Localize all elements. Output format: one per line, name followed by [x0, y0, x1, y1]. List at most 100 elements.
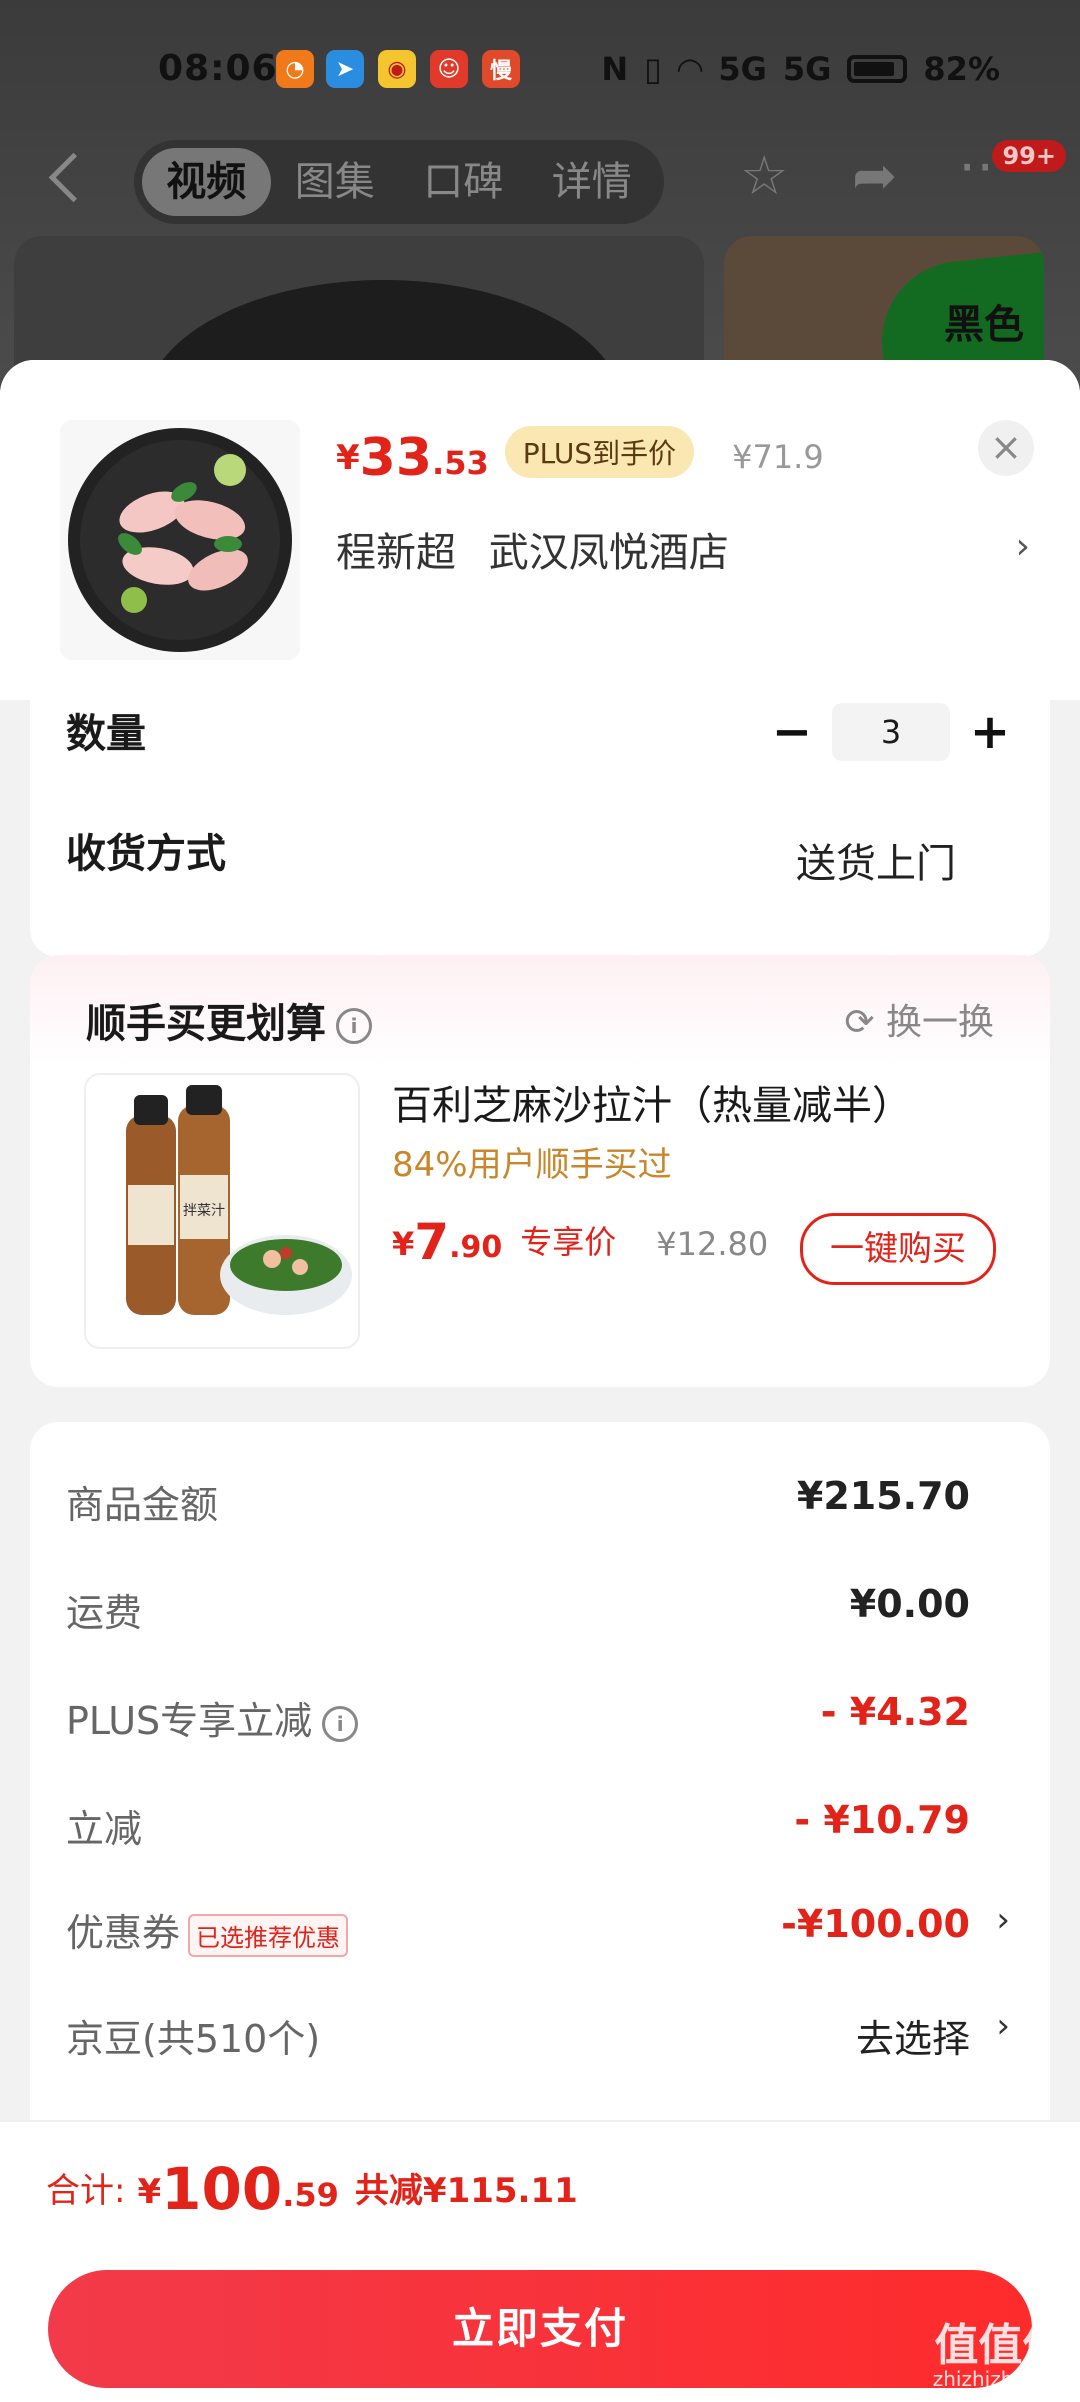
summary-value: - ¥4.32 [820, 1690, 970, 1734]
addon-product-name[interactable]: 百利芝麻沙拉汁（热量减半） [392, 1073, 912, 1131]
app-notification-icon: ☺ [430, 50, 468, 88]
wifi-icon: ◠ [677, 50, 703, 88]
summary-row-shipping: 运费 ¥0.00 [66, 1582, 970, 1642]
vibrate-icon: ▯ [644, 50, 662, 88]
share-icon[interactable]: ➦ [852, 144, 897, 207]
summary-label: 运费 [66, 1591, 143, 1635]
chevron-right-icon[interactable]: › [996, 2006, 1010, 2046]
total-saved: 共减¥115.11 [354, 2171, 578, 2211]
total-label: 合计: [46, 2171, 126, 2211]
delivery-method[interactable]: 送货上门 [796, 831, 956, 889]
original-price: ¥71.9 [732, 438, 824, 476]
quantity-label: 数量 [66, 711, 146, 757]
app-notification-icon: ◔ [276, 50, 314, 88]
nfc-icon: N [601, 50, 629, 88]
checkout-footer: 合计: ¥ 100 .59 共减¥115.11 立即支付 值值值 zhizhiz… [0, 2120, 1080, 2402]
price-decimal: .53 [432, 444, 489, 482]
addon-title-text: 顺手买更划算 [86, 1001, 326, 1047]
chicken-wings-image [68, 428, 292, 652]
battery-icon [847, 55, 908, 83]
summary-row-coupon[interactable]: 优惠券 已选推荐优惠 -¥100.00 [66, 1902, 970, 1962]
recipient-address: 武汉凤悦酒店 [488, 530, 729, 576]
status-bar: 08:06 ◔ ➤ ◉ ☺ 慢 N ▯ ◠ 5G 5G 82% [0, 40, 1080, 106]
app-notification-icon: ➤ [326, 50, 364, 88]
quantity-input[interactable]: 3 [832, 703, 950, 761]
summary-label: 京豆(共510个) [66, 2017, 321, 2061]
price-currency: ¥ [336, 438, 360, 478]
watermark-main: 值值值 [934, 2320, 1067, 2371]
promo-text: 黑色 [944, 302, 1024, 348]
addon-product-image[interactable]: 拌菜汁 [84, 1073, 360, 1349]
addon-exclusive-label: 专享价 [520, 1223, 617, 1261]
quantity-stepper: − 3 + [762, 703, 1020, 761]
summary-value: -¥100.00 [781, 1902, 970, 1946]
chevron-right-icon[interactable]: › [1016, 526, 1030, 567]
message-badge: 99+ [992, 140, 1066, 172]
summary-label: 优惠券 [66, 1911, 181, 1955]
top-nav: 视频 图集 口碑 详情 ☆ ➦ ⋯ 99+ [0, 134, 1080, 230]
weibo-notification-icon: ◉ [378, 50, 416, 88]
increase-button[interactable]: + [960, 704, 1020, 760]
product-price-row: ¥ 33 .53 PLUS到手价 ¥71.9 [336, 426, 824, 484]
addon-title: 顺手买更划算 i [86, 991, 372, 1049]
addon-original-price: ¥12.80 [656, 1225, 769, 1263]
one-click-buy-button[interactable]: 一键购买 [800, 1213, 996, 1285]
summary-value: ¥215.70 [796, 1474, 970, 1518]
refresh-label: 换一换 [885, 1002, 994, 1043]
addon-price-row: ¥ 7 .90 专享价 ¥12.80 [392, 1217, 768, 1267]
summary-label: 商品金额 [66, 1483, 219, 1527]
decrease-button[interactable]: − [762, 704, 822, 760]
addon-price-decimal: .90 [449, 1230, 503, 1265]
media-tabs: 视频 图集 口碑 详情 [134, 140, 664, 224]
quantity-delivery-card: 数量 − 3 + 收货方式 送货上门 [30, 695, 1050, 957]
info-icon[interactable]: i [322, 1705, 359, 1742]
addon-card: 顺手买更划算 i ⟳ 换一换 拌菜汁 百利芝麻沙拉汁（热量减半） 84%用户顺手… [30, 955, 1050, 1387]
sauce-bottle-image: 拌菜汁 [126, 1085, 352, 1315]
chevron-right-icon[interactable]: › [996, 1900, 1010, 1940]
addon-bought-percent: 84%用户顺手买过 [392, 1145, 672, 1185]
price-integer: 33 [359, 428, 433, 488]
back-arrow-icon[interactable] [48, 152, 99, 203]
plus-price-tag: PLUS到手价 [504, 426, 695, 478]
summary-value: ¥0.00 [849, 1582, 970, 1626]
addon-price-currency: ¥ [392, 1225, 415, 1263]
coupon-selected-tag: 已选推荐优惠 [188, 1914, 349, 1957]
product-header: ¥ 33 .53 PLUS到手价 ¥71.9 × 程新超 武汉凤悦酒店 › [0, 360, 1080, 700]
close-button[interactable]: × [978, 420, 1034, 476]
product-thumbnail [60, 420, 300, 660]
tab-reviews[interactable]: 口碑 [399, 148, 528, 216]
signal-icon-2: 5G [782, 50, 832, 88]
total-row: 合计: ¥ 100 .59 共减¥115.11 [46, 2160, 578, 2218]
jd-beans-select[interactable]: 去选择 [856, 2008, 970, 2063]
background-page: 08:06 ◔ ➤ ◉ ☺ 慢 N ▯ ◠ 5G 5G 82% 视频 图集 口碑… [0, 0, 1080, 436]
summary-label: 立减 [66, 1807, 143, 1851]
bottle-label: 拌菜汁 [183, 1203, 225, 1219]
summary-row-subtotal: 商品金额 ¥215.70 [66, 1474, 970, 1534]
signal-icon: 5G [718, 50, 767, 88]
refresh-button[interactable]: ⟳ 换一换 [844, 993, 994, 1045]
battery-percent: 82% [923, 50, 1000, 88]
summary-row-plus-discount: PLUS专享立减 i - ¥4.32 [66, 1690, 970, 1750]
status-time: 08:06 [158, 48, 278, 89]
total-integer: 100 [161, 2155, 283, 2223]
favorite-star-icon[interactable]: ☆ [740, 144, 788, 207]
tab-gallery[interactable]: 图集 [271, 148, 400, 216]
site-watermark: 值值值 zhizhizhi.com [932, 2324, 1068, 2391]
tab-details[interactable]: 详情 [528, 148, 657, 216]
pay-now-button[interactable]: 立即支付 [48, 2270, 1032, 2388]
checkout-sheet: ¥ 33 .53 PLUS到手价 ¥71.9 × 程新超 武汉凤悦酒店 › 数量… [0, 360, 1080, 2400]
summary-row-jd-beans[interactable]: 京豆(共510个) 去选择 [66, 2008, 970, 2068]
status-indicators: N ▯ ◠ 5G 5G 82% [601, 50, 1000, 88]
watermark-sub: zhizhizhi.com [932, 2367, 1068, 2391]
total-currency: ¥ [137, 2172, 162, 2212]
info-icon[interactable]: i [336, 1008, 372, 1044]
summary-label: PLUS专享立减 [66, 1699, 313, 1743]
summary-row-instant-discount: 立减 - ¥10.79 [66, 1798, 970, 1858]
recipient-name: 程新超 [336, 530, 456, 576]
address-row[interactable]: 程新超 武汉凤悦酒店 [336, 520, 729, 578]
summary-value: - ¥10.79 [794, 1798, 970, 1842]
tab-video[interactable]: 视频 [142, 148, 271, 216]
total-decimal: .59 [282, 2176, 339, 2214]
delivery-label: 收货方式 [66, 831, 226, 877]
app-notification-icon: 慢 [482, 50, 520, 88]
